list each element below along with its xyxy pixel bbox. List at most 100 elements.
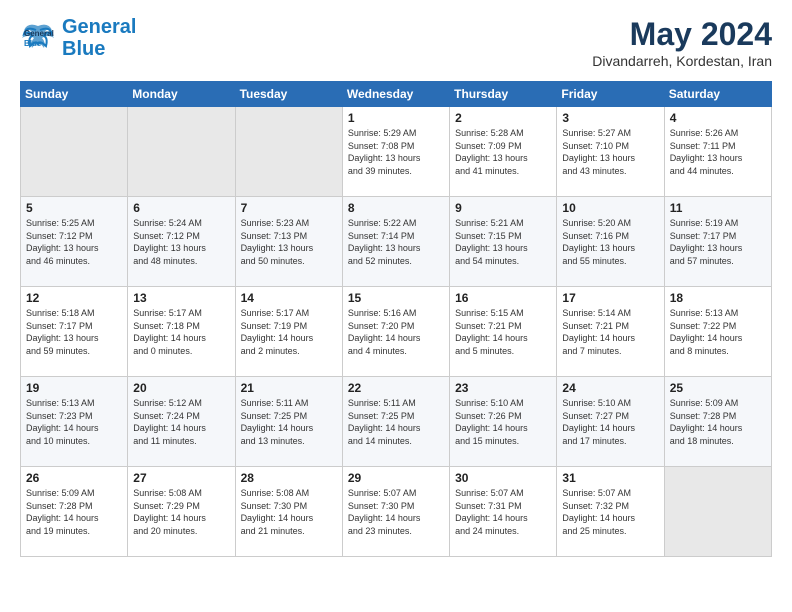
calendar-week-5: 26 Sunrise: 5:09 AM Sunset: 7:28 PM Dayli… [21,467,772,557]
calendar-cell: 3Sunrise: 5:27 AM Sunset: 7:10 PM Daylig… [557,107,664,197]
day-number: 25 [670,381,766,395]
day-number: 29 [348,471,444,485]
day-number: 22 [348,381,444,395]
calendar-cell: 27Sunrise: 5:08 AM Sunset: 7:29 PM Dayli… [128,467,235,557]
day-info: Sunrise: 5:26 AM Sunset: 7:11 PM Dayligh… [670,127,766,177]
calendar-cell: 5 Sunrise: 5:25 AM Sunset: 7:12 PM Daylig… [21,197,128,287]
calendar-cell: 28 Sunrise: 5:08 AM Sunset: 7:30 PM Dayli… [235,467,342,557]
calendar-body: 1 Sunrise: 5:29 AM Sunset: 7:08 PM Daylig… [21,107,772,557]
day-info: Sunrise: 5:08 AM Sunset: 7:30 PM Dayligh… [241,487,337,537]
day-number: 12 [26,291,122,305]
calendar-cell: 1 Sunrise: 5:29 AM Sunset: 7:08 PM Daylig… [342,107,449,197]
day-number: 24 [562,381,658,395]
calendar-cell: 11 Sunrise: 5:19 AM Sunset: 7:17 PM Dayli… [664,197,771,287]
svg-text:General: General [24,29,54,38]
calendar-cell: 20 Sunrise: 5:12 AM Sunset: 7:24 PM Dayli… [128,377,235,467]
calendar-week-1: 1 Sunrise: 5:29 AM Sunset: 7:08 PM Daylig… [21,107,772,197]
day-info: Sunrise: 5:12 AM Sunset: 7:24 PM Dayligh… [133,397,229,447]
day-number: 31 [562,471,658,485]
day-info: Sunrise: 5:15 AM Sunset: 7:21 PM Dayligh… [455,307,551,357]
calendar-cell [128,107,235,197]
calendar-cell: 24 Sunrise: 5:10 AM Sunset: 7:27 PM Dayli… [557,377,664,467]
day-number: 4 [670,111,766,125]
header: General Blue General Blue May 2024 Divan… [20,16,772,69]
day-info: Sunrise: 5:29 AM Sunset: 7:08 PM Dayligh… [348,127,444,177]
page: General Blue General Blue May 2024 Divan… [0,0,792,573]
calendar-cell: 26 Sunrise: 5:09 AM Sunset: 7:28 PM Dayli… [21,467,128,557]
day-number: 11 [670,201,766,215]
calendar-cell [664,467,771,557]
day-info: Sunrise: 5:07 AM Sunset: 7:30 PM Dayligh… [348,487,444,537]
svg-text:Blue: Blue [24,39,42,48]
calendar-cell: 15 Sunrise: 5:16 AM Sunset: 7:20 PM Dayli… [342,287,449,377]
day-info: Sunrise: 5:09 AM Sunset: 7:28 PM Dayligh… [26,487,122,537]
day-number: 28 [241,471,337,485]
day-number: 9 [455,201,551,215]
day-number: 14 [241,291,337,305]
day-number: 13 [133,291,229,305]
calendar-cell: 14 Sunrise: 5:17 AM Sunset: 7:19 PM Dayli… [235,287,342,377]
day-number: 26 [26,471,122,485]
day-info: Sunrise: 5:19 AM Sunset: 7:17 PM Dayligh… [670,217,766,267]
logo: General Blue General Blue [20,16,136,60]
logo-line2: Blue [62,38,105,60]
calendar-week-4: 19Sunrise: 5:13 AM Sunset: 7:23 PM Dayli… [21,377,772,467]
day-info: Sunrise: 5:13 AM Sunset: 7:23 PM Dayligh… [26,397,122,447]
calendar-cell: 18 Sunrise: 5:13 AM Sunset: 7:22 PM Dayli… [664,287,771,377]
calendar-subtitle: Divandarreh, Kordestan, Iran [592,53,772,69]
day-info: Sunrise: 5:11 AM Sunset: 7:25 PM Dayligh… [348,397,444,447]
header-sunday: Sunday [21,82,128,107]
day-info: Sunrise: 5:27 AM Sunset: 7:10 PM Dayligh… [562,127,658,177]
day-number: 8 [348,201,444,215]
calendar-cell: 23Sunrise: 5:10 AM Sunset: 7:26 PM Dayli… [450,377,557,467]
calendar-cell: 21Sunrise: 5:11 AM Sunset: 7:25 PM Dayli… [235,377,342,467]
calendar-title: May 2024 [592,16,772,53]
calendar-cell [235,107,342,197]
calendar-cell: 19Sunrise: 5:13 AM Sunset: 7:23 PM Dayli… [21,377,128,467]
day-info: Sunrise: 5:28 AM Sunset: 7:09 PM Dayligh… [455,127,551,177]
calendar-cell: 12Sunrise: 5:18 AM Sunset: 7:17 PM Dayli… [21,287,128,377]
calendar-cell: 16 Sunrise: 5:15 AM Sunset: 7:21 PM Dayli… [450,287,557,377]
day-info: Sunrise: 5:24 AM Sunset: 7:12 PM Dayligh… [133,217,229,267]
day-info: Sunrise: 5:08 AM Sunset: 7:29 PM Dayligh… [133,487,229,537]
calendar-cell: 7 Sunrise: 5:23 AM Sunset: 7:13 PM Daylig… [235,197,342,287]
calendar-cell: 17Sunrise: 5:14 AM Sunset: 7:21 PM Dayli… [557,287,664,377]
day-number: 16 [455,291,551,305]
day-number: 23 [455,381,551,395]
day-number: 7 [241,201,337,215]
day-info: Sunrise: 5:23 AM Sunset: 7:13 PM Dayligh… [241,217,337,267]
logo-text: General Blue [62,16,136,60]
day-number: 15 [348,291,444,305]
day-info: Sunrise: 5:09 AM Sunset: 7:28 PM Dayligh… [670,397,766,447]
title-block: May 2024 Divandarreh, Kordestan, Iran [592,16,772,69]
calendar-cell: 30Sunrise: 5:07 AM Sunset: 7:31 PM Dayli… [450,467,557,557]
header-wednesday: Wednesday [342,82,449,107]
logo-line1: General [62,16,136,38]
day-info: Sunrise: 5:07 AM Sunset: 7:31 PM Dayligh… [455,487,551,537]
day-number: 20 [133,381,229,395]
day-info: Sunrise: 5:22 AM Sunset: 7:14 PM Dayligh… [348,217,444,267]
day-info: Sunrise: 5:16 AM Sunset: 7:20 PM Dayligh… [348,307,444,357]
header-thursday: Thursday [450,82,557,107]
day-info: Sunrise: 5:14 AM Sunset: 7:21 PM Dayligh… [562,307,658,357]
day-info: Sunrise: 5:10 AM Sunset: 7:27 PM Dayligh… [562,397,658,447]
day-info: Sunrise: 5:17 AM Sunset: 7:18 PM Dayligh… [133,307,229,357]
day-info: Sunrise: 5:25 AM Sunset: 7:12 PM Dayligh… [26,217,122,267]
day-info: Sunrise: 5:07 AM Sunset: 7:32 PM Dayligh… [562,487,658,537]
calendar-cell: 2 Sunrise: 5:28 AM Sunset: 7:09 PM Daylig… [450,107,557,197]
day-number: 1 [348,111,444,125]
day-info: Sunrise: 5:13 AM Sunset: 7:22 PM Dayligh… [670,307,766,357]
calendar-cell: 22 Sunrise: 5:11 AM Sunset: 7:25 PM Dayli… [342,377,449,467]
calendar-table: Sunday Monday Tuesday Wednesday Thursday… [20,81,772,557]
header-monday: Monday [128,82,235,107]
day-info: Sunrise: 5:21 AM Sunset: 7:15 PM Dayligh… [455,217,551,267]
day-number: 10 [562,201,658,215]
day-number: 18 [670,291,766,305]
day-number: 5 [26,201,122,215]
day-info: Sunrise: 5:17 AM Sunset: 7:19 PM Dayligh… [241,307,337,357]
day-info: Sunrise: 5:11 AM Sunset: 7:25 PM Dayligh… [241,397,337,447]
day-number: 2 [455,111,551,125]
calendar-cell: 13 Sunrise: 5:17 AM Sunset: 7:18 PM Dayli… [128,287,235,377]
calendar-cell: 4 Sunrise: 5:26 AM Sunset: 7:11 PM Daylig… [664,107,771,197]
header-friday: Friday [557,82,664,107]
